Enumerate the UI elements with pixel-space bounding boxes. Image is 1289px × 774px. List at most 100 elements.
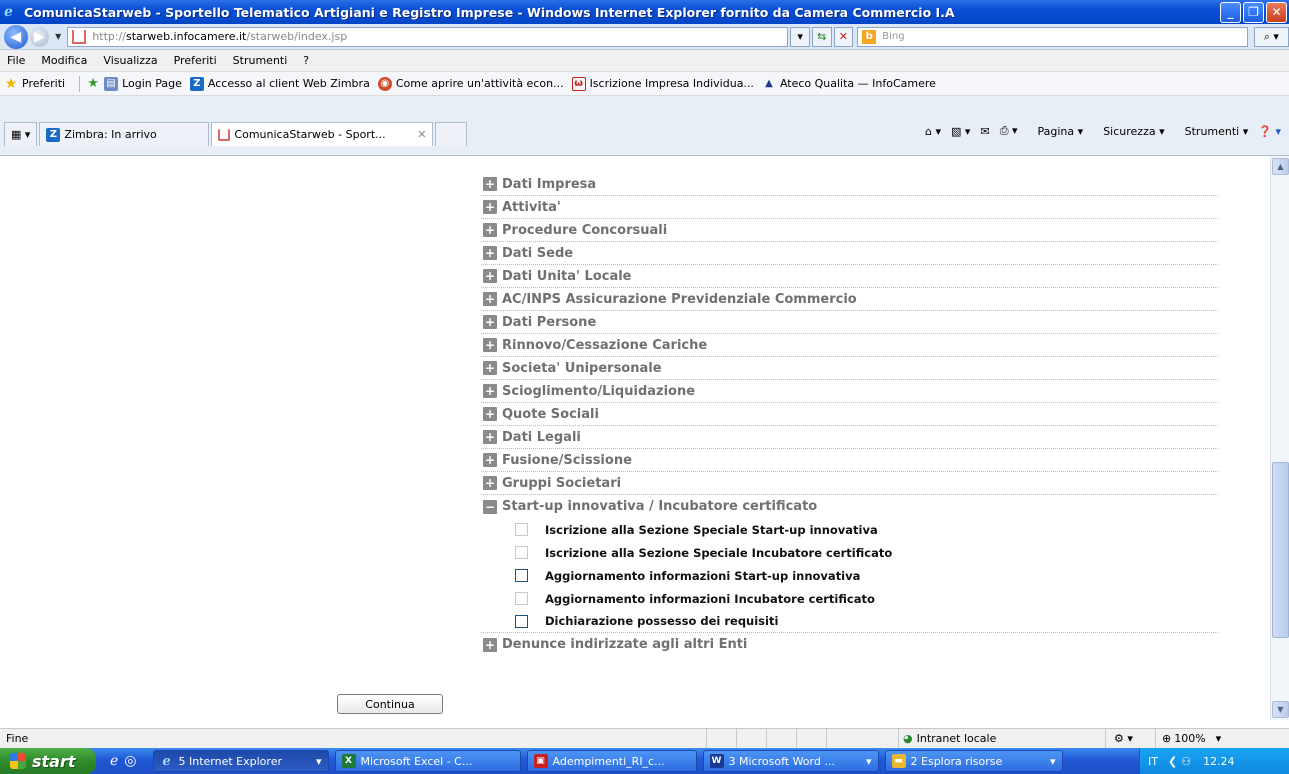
- expand-icon[interactable]: +: [483, 200, 497, 214]
- section-fusione-scissione[interactable]: + Fusione/Scissione: [481, 449, 1218, 472]
- maximize-button[interactable]: ❐: [1243, 1, 1264, 23]
- close-button[interactable]: ✕: [1266, 1, 1287, 23]
- page-menu[interactable]: Pagina ▾: [1028, 125, 1084, 138]
- fav-label: Accesso al client Web Zimbra: [207, 77, 370, 90]
- home-icon[interactable]: ⌂ ▾: [925, 125, 941, 138]
- feeds-icon[interactable]: ▧ ▾: [951, 125, 970, 138]
- section-dati-sede[interactable]: + Dati Sede: [481, 242, 1218, 265]
- task-pdf[interactable]: ▣ Adempimenti_RI_c...: [526, 750, 697, 772]
- section-dati-impresa[interactable]: + Dati Impresa: [481, 173, 1218, 196]
- section-societa-unipersonale[interactable]: + Societa' Unipersonale: [481, 357, 1218, 380]
- security-menu[interactable]: Sicurezza ▾: [1093, 125, 1164, 138]
- section-dati-unita-locale[interactable]: + Dati Unita' Locale: [481, 265, 1218, 288]
- section-dati-legali[interactable]: + Dati Legali: [481, 426, 1218, 449]
- stop-button[interactable]: ✕: [833, 26, 854, 47]
- refresh-button[interactable]: ⇆: [811, 26, 832, 47]
- expand-icon[interactable]: +: [483, 177, 497, 191]
- tab-comunicastarweb[interactable]: ComunicaStarweb - Sport... ✕: [211, 122, 434, 146]
- section-denunce-altri-enti[interactable]: + Denunce indirizzate agli altri Enti: [481, 633, 1218, 656]
- option-iscrizione-incubatore[interactable]: Iscrizione alla Sezione Speciale Incubat…: [481, 541, 1218, 564]
- fav-iscrizione-impresa[interactable]: ω Iscrizione Impresa Individua...: [571, 76, 754, 91]
- favorites-button[interactable]: ★ Preferiti: [4, 76, 65, 92]
- protected-mode-icon[interactable]: ⚙ ▾: [1105, 728, 1155, 749]
- section-procedure-concorsuali[interactable]: + Procedure Concorsuali: [481, 219, 1218, 242]
- checkbox[interactable]: [515, 546, 528, 559]
- option-dichiarazione-requisiti[interactable]: Dichiarazione possesso dei requisiti: [481, 610, 1218, 633]
- collapse-icon[interactable]: −: [483, 499, 497, 514]
- task-excel[interactable]: X Microsoft Excel - C...: [334, 750, 521, 772]
- address-dropdown-button[interactable]: ▾: [790, 26, 810, 47]
- fav-come-aprire[interactable]: ◉ Come aprire un'attività econ...: [377, 76, 564, 91]
- quicklaunch-browser-icon[interactable]: ◎: [124, 753, 136, 769]
- tray-arrow-icon[interactable]: ❮: [1168, 755, 1177, 768]
- task-word[interactable]: W 3 Microsoft Word ... ▾: [702, 750, 879, 772]
- expand-icon[interactable]: +: [483, 637, 497, 652]
- expand-icon[interactable]: +: [483, 407, 497, 421]
- print-icon[interactable]: ⎙ ▾: [1000, 124, 1018, 138]
- forward-button[interactable]: ▶: [29, 26, 50, 47]
- section-rinnovo-cessazione[interactable]: + Rinnovo/Cessazione Cariche: [481, 334, 1218, 357]
- checkbox[interactable]: [515, 523, 528, 536]
- option-iscrizione-startup[interactable]: Iscrizione alla Sezione Speciale Start-u…: [481, 518, 1218, 541]
- language-indicator[interactable]: IT: [1148, 755, 1158, 768]
- network-icon[interactable]: ⚇: [1181, 755, 1191, 768]
- scroll-thumb[interactable]: [1272, 462, 1289, 638]
- mail-icon[interactable]: ✉: [980, 125, 989, 138]
- expand-icon[interactable]: +: [483, 315, 497, 329]
- menu-modifica[interactable]: Modifica: [41, 54, 87, 67]
- quick-tabs-button[interactable]: ▦ ▾: [4, 122, 38, 146]
- fav-login-page[interactable]: ▤ Login Page: [104, 76, 182, 91]
- menu-help[interactable]: ?: [303, 54, 309, 67]
- section-gruppi-societari[interactable]: + Gruppi Societari: [481, 472, 1218, 495]
- menu-preferiti[interactable]: Preferiti: [174, 54, 217, 67]
- history-dropdown-icon[interactable]: ▼: [55, 32, 61, 41]
- menu-file[interactable]: File: [7, 54, 25, 67]
- scroll-up-arrow-icon[interactable]: ▲: [1272, 158, 1289, 175]
- checkbox[interactable]: [515, 569, 528, 582]
- zoom-dropdown-icon[interactable]: ▾: [1216, 732, 1222, 745]
- zoom-control[interactable]: ⊕ 100% ▾: [1155, 728, 1245, 749]
- task-internet-explorer[interactable]: ℯ 5 Internet Explorer ▾: [152, 750, 329, 772]
- expand-icon[interactable]: +: [483, 361, 497, 375]
- help-icon[interactable]: ❓ ▾: [1258, 125, 1281, 138]
- address-input[interactable]: http://starweb.infocamere.it/starweb/ind…: [67, 26, 789, 47]
- section-ac-inps[interactable]: + AC/INPS Assicurazione Previdenziale Com…: [481, 288, 1218, 311]
- section-quote-sociali[interactable]: + Quote Sociali: [481, 403, 1218, 426]
- expand-icon[interactable]: +: [483, 453, 497, 467]
- section-dati-persone[interactable]: + Dati Persone: [481, 311, 1218, 334]
- option-aggiornamento-incubatore[interactable]: Aggiornamento informazioni Incubatore ce…: [481, 587, 1218, 610]
- tools-menu[interactable]: Strumenti ▾: [1175, 125, 1249, 138]
- scroll-down-arrow-icon[interactable]: ▼: [1272, 701, 1289, 718]
- add-favorite-icon[interactable]: ★: [86, 76, 100, 91]
- section-startup-innovativa[interactable]: − Start-up innovativa / Incubatore certif…: [481, 495, 1218, 518]
- start-button[interactable]: start: [0, 748, 96, 774]
- expand-icon[interactable]: +: [483, 292, 497, 306]
- task-explorer[interactable]: ▬ 2 Esplora risorse ▾: [884, 750, 1063, 772]
- search-button[interactable]: ⌕ ▾: [1253, 26, 1289, 47]
- close-tab-icon[interactable]: ✕: [417, 128, 426, 141]
- back-button[interactable]: ◀: [4, 24, 28, 49]
- expand-icon[interactable]: +: [483, 246, 497, 260]
- continue-button[interactable]: Continua: [337, 694, 443, 714]
- new-tab-button[interactable]: [435, 122, 468, 146]
- expand-icon[interactable]: +: [483, 384, 497, 398]
- option-aggiornamento-startup[interactable]: Aggiornamento informazioni Start-up inno…: [481, 564, 1218, 587]
- minimize-button[interactable]: _: [1220, 1, 1241, 23]
- search-input[interactable]: b Bing: [857, 26, 1248, 47]
- expand-icon[interactable]: +: [483, 269, 497, 283]
- section-scioglimento[interactable]: + Scioglimento/Liquidazione: [481, 380, 1218, 403]
- quicklaunch-ie-icon[interactable]: ℯ: [110, 753, 118, 769]
- vertical-scrollbar[interactable]: ▲ ▼: [1270, 156, 1289, 720]
- menu-strumenti[interactable]: Strumenti: [233, 54, 288, 67]
- fav-zimbra[interactable]: Z Accesso al client Web Zimbra: [189, 76, 370, 91]
- expand-icon[interactable]: +: [483, 430, 497, 444]
- expand-icon[interactable]: +: [483, 338, 497, 352]
- tab-zimbra[interactable]: Z Zimbra: In arrivo: [39, 122, 210, 146]
- section-attivita[interactable]: + Attivita': [481, 196, 1218, 219]
- menu-visualizza[interactable]: Visualizza: [103, 54, 157, 67]
- checkbox[interactable]: [515, 592, 528, 605]
- expand-icon[interactable]: +: [483, 223, 497, 237]
- fav-ateco[interactable]: ▲ Ateco Qualita — InfoCamere: [762, 77, 936, 91]
- checkbox[interactable]: [515, 614, 528, 628]
- expand-icon[interactable]: +: [483, 476, 497, 490]
